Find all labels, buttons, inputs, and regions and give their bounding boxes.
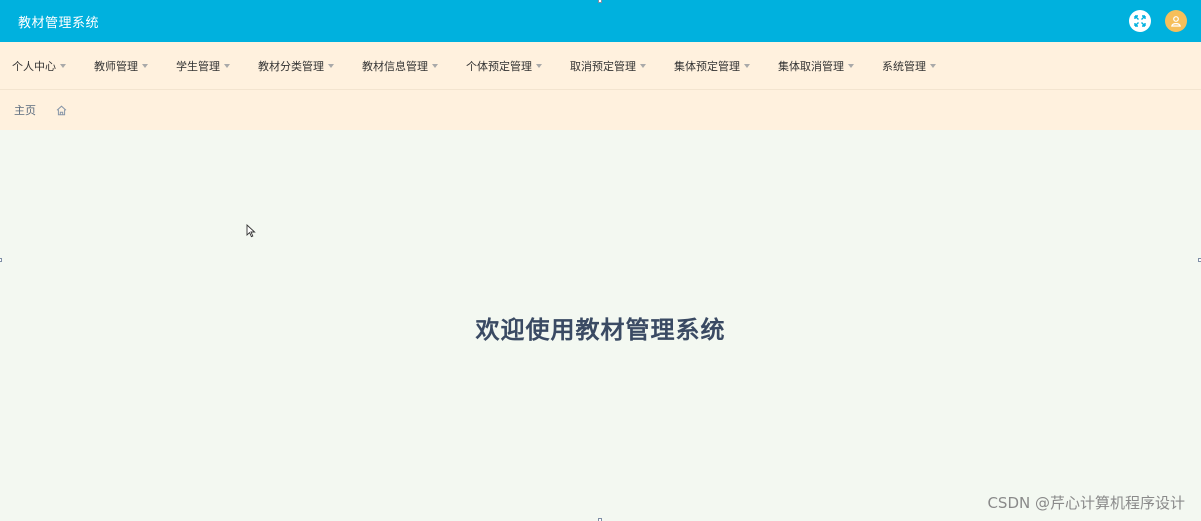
menu-item-personal-center[interactable]: 个人中心 <box>12 58 66 74</box>
menu-item-student[interactable]: 学生管理 <box>176 58 230 74</box>
mouse-cursor-icon <box>246 224 256 238</box>
selection-handle <box>598 0 602 3</box>
top-header: 教材管理系统 <box>0 0 1201 42</box>
watermark: CSDN @芹心计算机程序设计 <box>987 494 1185 512</box>
caret-down-icon <box>536 63 542 68</box>
menu-item-label: 集体预定管理 <box>674 59 740 73</box>
menu-item-textbook-category[interactable]: 教材分类管理 <box>258 58 334 74</box>
menu-item-individual-booking[interactable]: 个体预定管理 <box>466 58 542 74</box>
header-actions <box>1129 10 1187 32</box>
user-avatar-button[interactable] <box>1165 10 1187 32</box>
caret-down-icon <box>328 63 334 68</box>
menu-item-group-booking[interactable]: 集体预定管理 <box>674 58 750 74</box>
expand-icon <box>1134 15 1146 27</box>
selection-handle <box>0 258 2 262</box>
caret-down-icon <box>930 63 936 68</box>
user-icon <box>1171 16 1181 27</box>
main-menu: 个人中心 教师管理 学生管理 教材分类管理 教材信息管理 个体预定管理 取消预定… <box>0 42 1201 90</box>
menu-item-group-cancel[interactable]: 集体取消管理 <box>778 58 854 74</box>
fullscreen-button[interactable] <box>1129 10 1151 32</box>
home-icon[interactable] <box>56 105 67 116</box>
main-content: 欢迎使用教材管理系统 CSDN @芹心计算机程序设计 <box>0 130 1201 521</box>
menu-item-cancel-booking[interactable]: 取消预定管理 <box>570 58 646 74</box>
app-title: 教材管理系统 <box>18 15 100 31</box>
caret-down-icon <box>848 63 854 68</box>
caret-down-icon <box>432 63 438 68</box>
caret-down-icon <box>640 63 646 68</box>
menu-item-label: 教材分类管理 <box>258 59 324 73</box>
breadcrumb: 主页 <box>0 90 1201 130</box>
menu-item-system[interactable]: 系统管理 <box>882 58 936 74</box>
menu-item-label: 系统管理 <box>882 59 926 73</box>
breadcrumb-home-link[interactable]: 主页 <box>14 102 36 118</box>
menu-item-label: 教材信息管理 <box>362 59 428 73</box>
app-window: 教材管理系统 个人中心 教师管理 学生管理 教材分类管理 教材信息管理 个体预定… <box>0 0 1201 521</box>
caret-down-icon <box>142 63 148 68</box>
menu-item-textbook-info[interactable]: 教材信息管理 <box>362 58 438 74</box>
menu-item-label: 个人中心 <box>12 59 56 73</box>
welcome-heading: 欢迎使用教材管理系统 <box>475 316 726 344</box>
caret-down-icon <box>744 63 750 68</box>
menu-item-label: 取消预定管理 <box>570 59 636 73</box>
menu-item-label: 学生管理 <box>176 59 220 73</box>
caret-down-icon <box>60 63 66 68</box>
caret-down-icon <box>224 63 230 68</box>
menu-item-label: 个体预定管理 <box>466 59 532 73</box>
menu-item-label: 集体取消管理 <box>778 59 844 73</box>
menu-item-label: 教师管理 <box>94 59 138 73</box>
menu-item-teacher[interactable]: 教师管理 <box>94 58 148 74</box>
